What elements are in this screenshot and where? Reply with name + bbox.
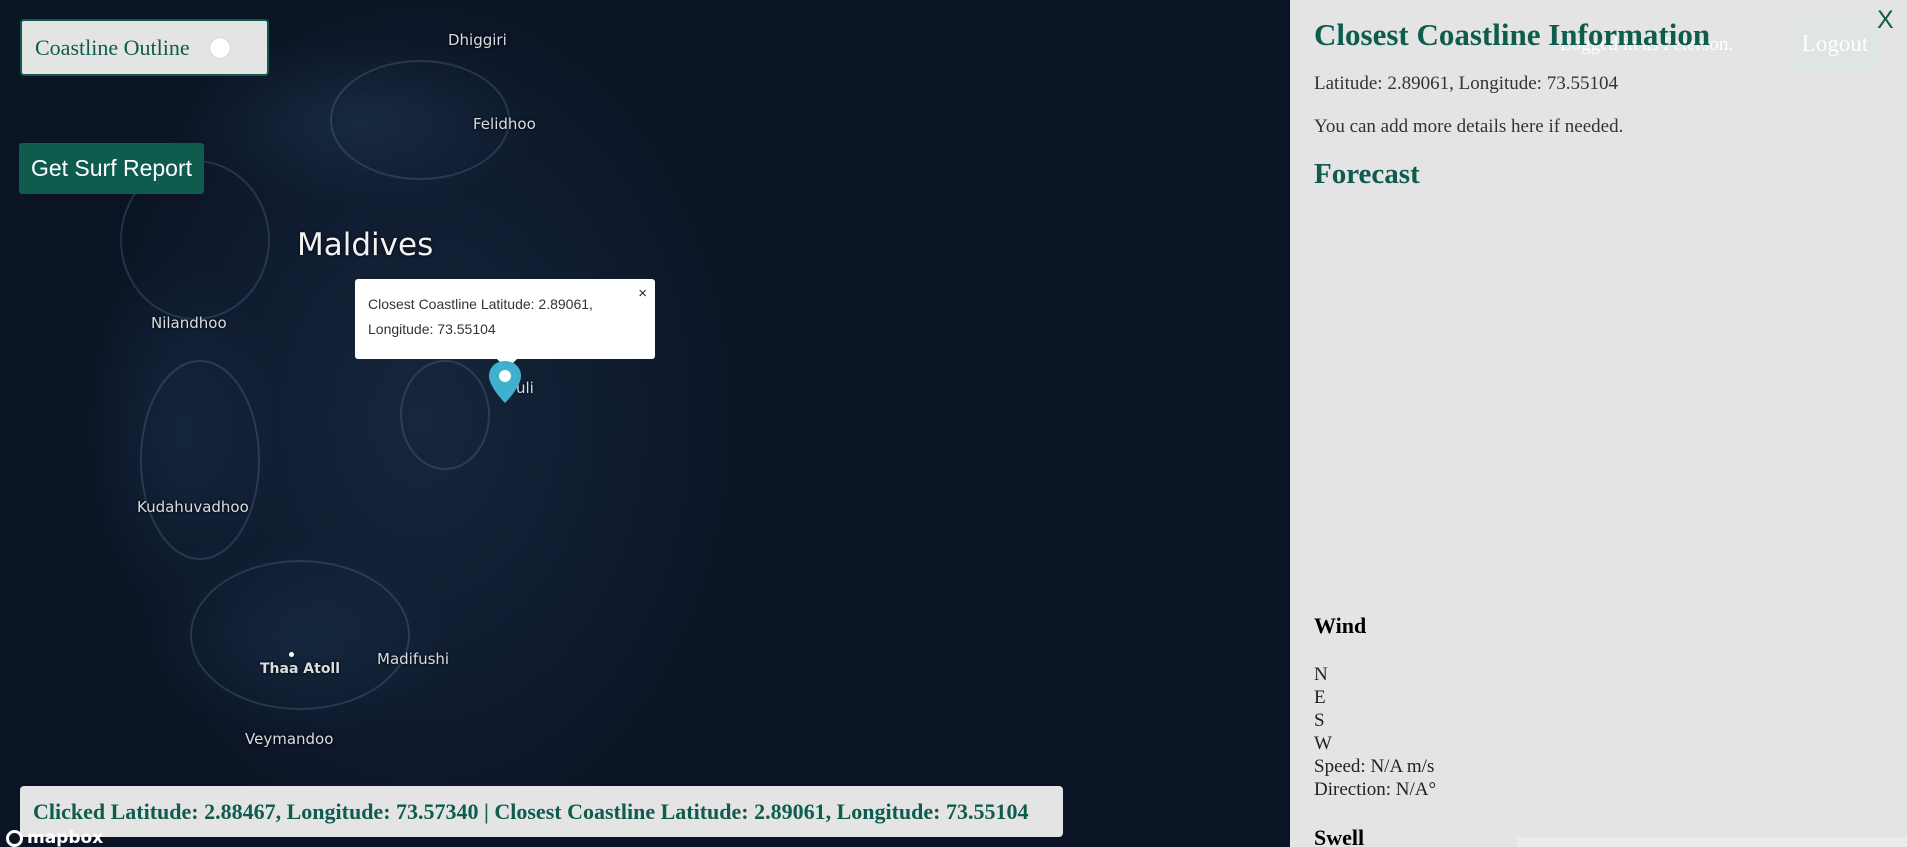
swell-heading: Swell bbox=[1314, 825, 1365, 847]
panel-title: Closest Coastline Information bbox=[1314, 17, 1711, 52]
coastline-popup: Closest Coastline Latitude: 2.89061, Lon… bbox=[355, 279, 655, 369]
place-label: Dhiggiri bbox=[448, 31, 507, 49]
panel-footer-strip bbox=[1517, 837, 1907, 847]
wind-direction: Direction: N/A° bbox=[1314, 779, 1437, 800]
place-label: Felidhoo bbox=[473, 115, 536, 133]
popup-text: Closest Coastline Latitude: 2.89061, Lon… bbox=[368, 296, 593, 337]
compass-south: S bbox=[1314, 710, 1325, 731]
coastline-coordinates: Latitude: 2.89061, Longitude: 73.55104 bbox=[1314, 73, 1618, 94]
country-label: Maldives bbox=[297, 227, 434, 263]
mapbox-logo[interactable]: mapbox bbox=[6, 828, 103, 847]
compass-west: W bbox=[1314, 733, 1332, 754]
forecast-heading: Forecast bbox=[1314, 158, 1420, 190]
map-canvas[interactable]: Dhiggiri Felidhoo Maldives Nilandhoo Kud… bbox=[0, 0, 1290, 847]
logout-button[interactable]: Logout bbox=[1790, 17, 1880, 70]
reef-outline bbox=[190, 560, 410, 710]
wind-info: N E S W Speed: N/A m/s Direction: N/A° bbox=[1314, 663, 1436, 801]
place-dot bbox=[289, 652, 294, 657]
compass-east: E bbox=[1314, 687, 1326, 708]
wind-speed: Speed: N/A m/s bbox=[1314, 756, 1435, 777]
coastline-toggle-label: Coastline Outline bbox=[35, 34, 190, 60]
coordinates-bar: Clicked Latitude: 2.88467, Longitude: 73… bbox=[20, 786, 1063, 837]
place-label: Kudahuvadhoo bbox=[137, 498, 249, 516]
compass-north: N bbox=[1314, 664, 1328, 685]
coastline-outline-toggle[interactable]: Coastline Outline bbox=[20, 19, 269, 76]
details-text: You can add more details here if needed. bbox=[1314, 116, 1624, 137]
place-label: Nilandhoo bbox=[151, 314, 227, 332]
toggle-knob bbox=[209, 37, 230, 58]
place-label: Thaa Atoll bbox=[260, 661, 341, 677]
reef-outline bbox=[400, 360, 490, 470]
mapbox-attribution: mapbox bbox=[27, 828, 104, 847]
location-marker-icon[interactable] bbox=[487, 359, 523, 405]
popup-close-button[interactable]: × bbox=[638, 281, 647, 306]
close-panel-button[interactable]: X bbox=[1877, 6, 1894, 35]
place-label: Madifushi bbox=[377, 650, 450, 668]
place-label: Veymandoo bbox=[245, 730, 334, 748]
toggle-switch[interactable] bbox=[208, 34, 236, 62]
wind-heading: Wind bbox=[1314, 613, 1367, 638]
info-panel: Logged in as Peterson. Logout Closest Co… bbox=[1290, 0, 1907, 847]
get-surf-report-button[interactable]: Get Surf Report bbox=[19, 143, 204, 194]
mapbox-icon bbox=[6, 829, 23, 847]
reef-outline bbox=[140, 360, 260, 560]
